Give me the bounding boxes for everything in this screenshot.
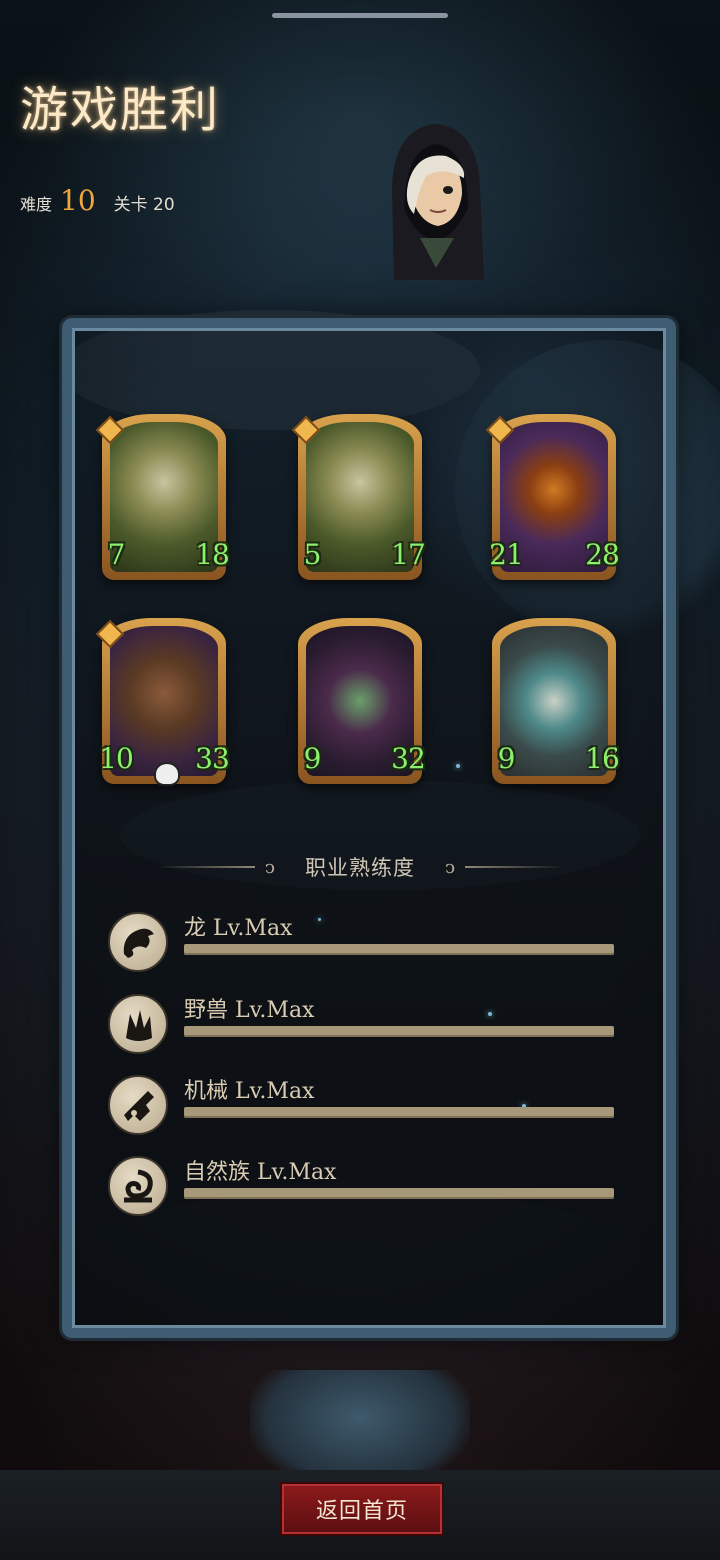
health-badge: 28 (584, 534, 622, 574)
beast-icon (108, 994, 168, 1054)
level-info: 难度 10 关卡 20 (20, 184, 175, 217)
mastery-row: 野兽 Lv.Max (108, 992, 614, 1054)
mech-icon (108, 1075, 168, 1135)
mastery-label: 野兽 Lv.Max (184, 998, 315, 1023)
page-title: 游戏胜利 (20, 82, 221, 138)
attack-badge: 10 (98, 738, 136, 778)
mastery-title: 职业熟练度 (305, 856, 415, 880)
hero-portrait (392, 124, 484, 280)
mastery-progress-bar (184, 944, 614, 955)
attack-badge: 5 (294, 534, 332, 574)
swirl-ornament-icon: ↄ (445, 856, 456, 878)
attack-badge: 9 (294, 738, 332, 778)
minion-card[interactable]: 7 18 (95, 414, 232, 580)
mastery-progress-bar (184, 1188, 614, 1199)
mastery-progress-bar (184, 1107, 614, 1118)
health-badge: 32 (390, 738, 428, 778)
minion-card[interactable]: 10 33 (95, 618, 232, 786)
minion-card[interactable]: 21 28 (485, 414, 622, 580)
swirl-ornament-icon: ↄ (264, 856, 275, 878)
skull-icon (154, 762, 180, 786)
mastery-label: 机械 Lv.Max (184, 1079, 315, 1104)
stage-label: 关卡 20 (113, 195, 175, 215)
mastery-row: 龙 Lv.Max (108, 910, 614, 972)
mastery-label: 自然族 Lv.Max (184, 1160, 337, 1185)
mastery-progress-bar (184, 1026, 614, 1037)
sparkle (456, 764, 460, 768)
attack-badge: 21 (488, 534, 526, 574)
mastery-row: 自然族 Lv.Max (108, 1154, 614, 1216)
nature-icon (108, 1156, 168, 1216)
difficulty-label: 难度 (20, 195, 53, 214)
attack-badge: 9 (488, 738, 526, 778)
health-badge: 33 (194, 738, 232, 778)
dragon-icon (108, 912, 168, 972)
minion-card[interactable]: 9 32 (296, 618, 428, 784)
health-badge: 17 (390, 534, 428, 574)
difficulty-value: 10 (60, 184, 96, 217)
minion-card[interactable]: 9 16 (490, 618, 622, 784)
mastery-label: 龙 Lv.Max (184, 916, 293, 941)
health-badge: 16 (584, 738, 622, 778)
mastery-row: 机械 Lv.Max (108, 1073, 614, 1135)
drag-handle[interactable] (272, 13, 448, 18)
return-home-button[interactable]: 返回首页 (280, 1482, 444, 1536)
attack-badge: 7 (98, 534, 136, 574)
minion-card[interactable]: 5 17 (291, 414, 428, 580)
health-badge: 18 (194, 534, 232, 574)
mastery-header: ↄ 职业熟练度 ↄ (156, 850, 564, 884)
